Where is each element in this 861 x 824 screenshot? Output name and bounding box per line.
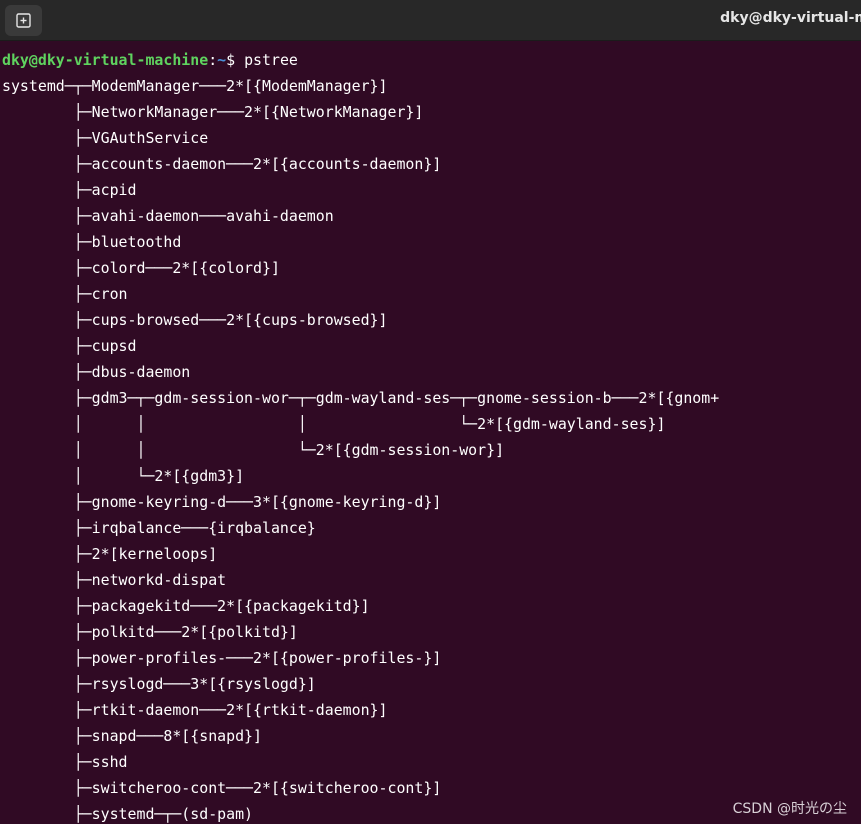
prompt-symbol: $ [226,51,245,69]
title-bar: dky@dky-virtual-m [0,0,861,41]
prompt-line: dky@dky-virtual-machine:~$ pstree [2,47,298,73]
output-line: ├─bluetoothd [2,233,182,251]
prompt-colon: : [208,51,218,69]
prompt-dir: ~ [217,51,227,69]
output-line: ├─irqbalance───{irqbalance} [2,519,316,537]
output-line: ├─cups-browsed───2*[{cups-browsed}] [2,311,388,329]
output-line: ├─acpid [2,181,137,199]
prompt-user-host: dky@dky-virtual-machine [2,51,209,69]
output-line: ├─systemd─┬─(sd-pam) [2,805,254,823]
output-line: ├─NetworkManager───2*[{NetworkManager}] [2,103,424,121]
output-line: ├─gnome-keyring-d───3*[{gnome-keyring-d}… [2,493,442,511]
command-text: pstree [244,51,298,69]
output-line: ├─rtkit-daemon───2*[{rtkit-daemon}] [2,701,388,719]
output-line: systemd─┬─ModemManager───2*[{ModemManage… [2,77,388,95]
output-line: ├─packagekitd───2*[{packagekitd}] [2,597,370,615]
output-line: ├─2*[kerneloops] [2,545,218,563]
output-line: ├─gdm3─┬─gdm-session-wor─┬─gdm-wayland-s… [2,389,720,407]
output-line: ├─sshd [2,753,128,771]
output-line: ├─cupsd [2,337,137,355]
output-line: ├─VGAuthService [2,129,209,147]
output-line: ├─snapd───8*[{snapd}] [2,727,262,745]
output-line: ├─polkitd───2*[{polkitd}] [2,623,298,641]
output-line: ├─power-profiles-───2*[{power-profiles-}… [2,649,442,667]
terminal-area[interactable]: dky@dky-virtual-machine:~$ pstree system… [0,41,861,824]
new-tab-button[interactable] [5,5,42,36]
output-line: ├─accounts-daemon───2*[{accounts-daemon}… [2,155,442,173]
output-line: ├─switcheroo-cont───2*[{switcheroo-cont}… [2,779,442,797]
output-line: ├─cron [2,285,128,303]
output-line: ├─dbus-daemon [2,363,191,381]
output-line: │ │ └─2*[{gdm-session-wor}] [2,441,505,459]
output-line: │ └─2*[{gdm3}] [2,467,245,485]
output-line: ├─networkd-dispat [2,571,227,589]
window-title: dky@dky-virtual-m [720,10,861,26]
new-tab-icon [16,13,31,28]
output-line: │ │ │ └─2*[{gdm-wayland-ses}] [2,415,666,433]
output-line: ├─rsyslogd───3*[{rsyslogd}] [2,675,316,693]
output-line: ├─colord───2*[{colord}] [2,259,280,277]
output-line: ├─avahi-daemon───avahi-daemon [2,207,334,225]
watermark: CSDN @时光の尘 [732,801,847,817]
